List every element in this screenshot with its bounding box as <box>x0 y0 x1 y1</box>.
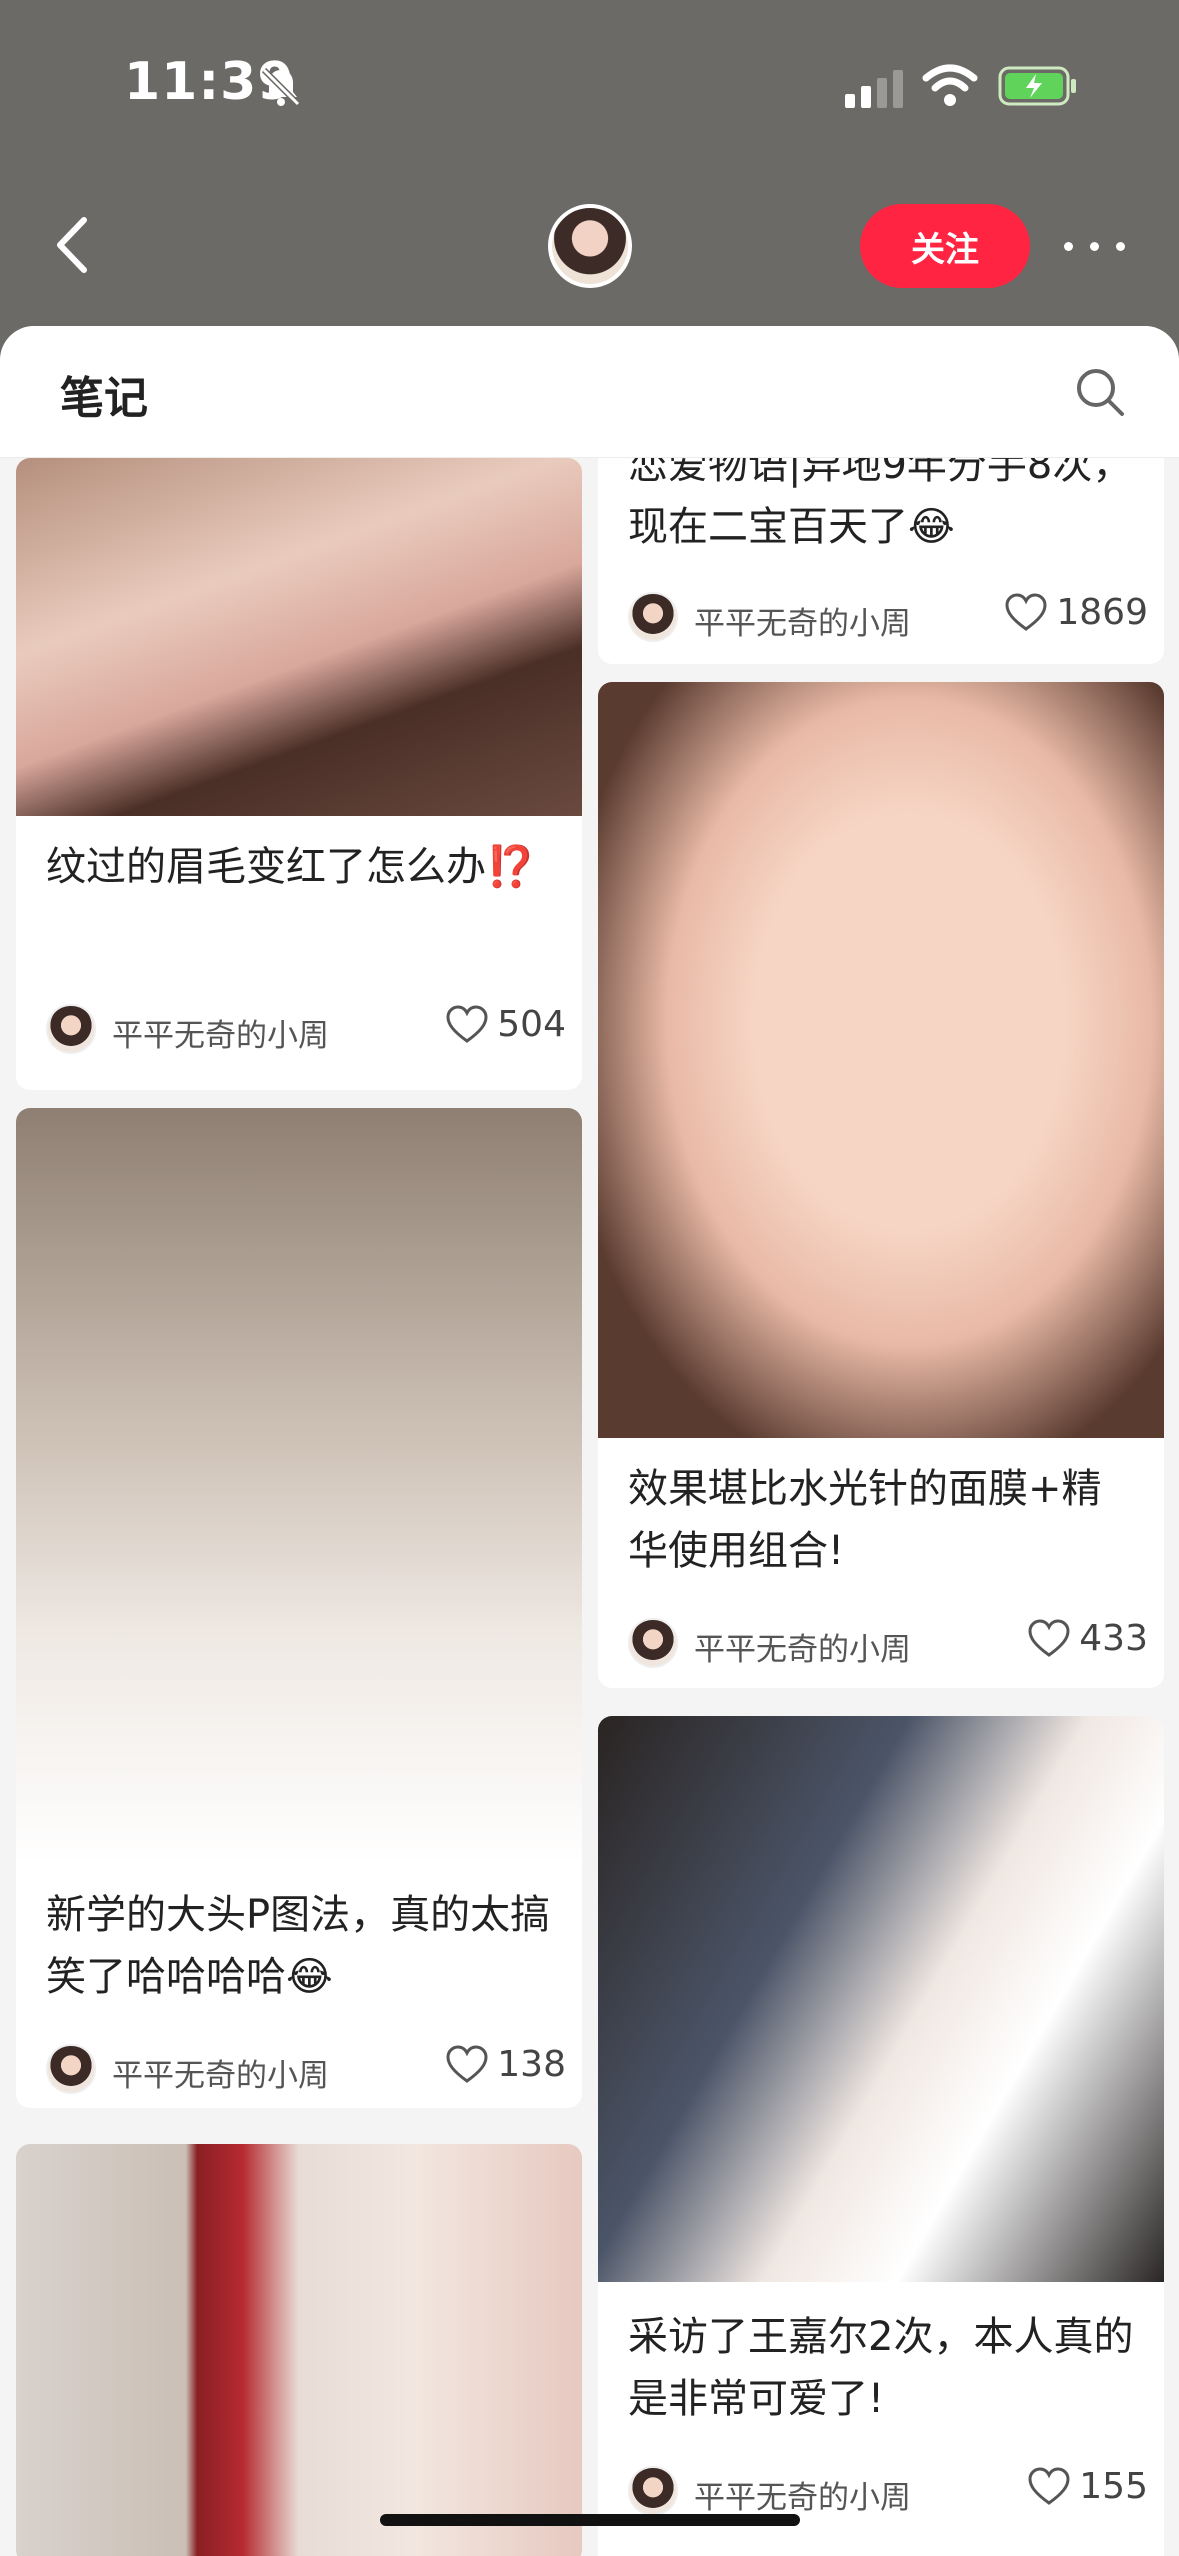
heart-icon <box>446 1004 488 1043</box>
note-cover-image[interactable] <box>598 682 1164 1438</box>
author-avatar[interactable] <box>628 592 678 642</box>
note-title: 采访了王嘉尔2次，本人真的是非常可爱了! <box>628 2314 1134 2422</box>
heart-icon <box>446 2044 488 2083</box>
note-card[interactable]: 恋爱物语|异地9年分手8次，现在二宝百天了😂 平平无奇的小周 1869 <box>598 448 1164 664</box>
note-card[interactable]: 纹过的眉毛变红了怎么办⁉️ 平平无奇的小周 504 <box>16 458 582 1090</box>
profile-avatar[interactable] <box>548 204 632 288</box>
top-header-area: 11:39 关注 <box>0 0 1179 360</box>
like-button[interactable]: 433 <box>1027 1618 1148 1659</box>
author-avatar[interactable] <box>46 2044 96 2094</box>
like-count: 504 <box>497 1004 566 1045</box>
like-button[interactable]: 155 <box>1027 2466 1148 2507</box>
like-button[interactable]: 138 <box>445 2044 566 2085</box>
battery-charging-icon <box>998 66 1076 106</box>
like-count: 138 <box>497 2044 566 2085</box>
status-bar: 11:39 <box>0 0 1179 170</box>
like-count: 433 <box>1079 1618 1148 1659</box>
author-avatar[interactable] <box>628 2466 678 2516</box>
wifi-icon <box>922 64 978 106</box>
note-card[interactable]: 效果堪比水光针的面膜+精华使用组合! 平平无奇的小周 433 <box>598 682 1164 1688</box>
home-indicator[interactable] <box>380 2514 800 2526</box>
note-title: 恋爱物语|异地9年分手8次，现在二宝百天了😂 <box>628 448 1133 550</box>
like-button[interactable]: 1869 <box>1004 592 1148 633</box>
note-title: 纹过的眉毛变红了怎么办⁉️ <box>46 844 536 890</box>
back-arrow-icon[interactable] <box>48 212 98 278</box>
like-count: 1869 <box>1056 592 1148 633</box>
heart-icon <box>1028 1618 1070 1657</box>
heart-icon <box>1028 2466 1070 2505</box>
note-card[interactable]: 采访了王嘉尔2次，本人真的是非常可爱了! 平平无奇的小周 155 <box>598 1716 1164 2556</box>
heart-icon <box>1005 592 1047 631</box>
more-options-icon[interactable] <box>1060 226 1130 266</box>
author-name[interactable]: 平平无奇的小周 <box>112 2050 329 2095</box>
note-meta: 平平无奇的小周 138 <box>46 2040 566 2096</box>
sheet-header: 笔记 <box>0 326 1179 458</box>
note-cover-image[interactable] <box>16 2144 582 2556</box>
note-cover-image[interactable] <box>598 1716 1164 2282</box>
author-name[interactable]: 平平无奇的小周 <box>694 1624 911 1669</box>
note-title: 新学的大头P图法，真的太搞笑了哈哈哈哈😂 <box>46 1892 551 2000</box>
note-card[interactable]: 新学的大头P图法，真的太搞笑了哈哈哈哈😂 平平无奇的小周 138 <box>16 1108 582 2108</box>
note-title: 效果堪比水光针的面膜+精华使用组合! <box>628 1466 1102 1574</box>
author-avatar[interactable] <box>46 1004 96 1054</box>
search-icon[interactable] <box>1074 366 1126 418</box>
note-meta: 平平无奇的小周 433 <box>628 1614 1148 1670</box>
note-cover-image[interactable] <box>16 458 582 816</box>
tab-notes[interactable]: 笔记 <box>60 362 148 426</box>
note-cover-image[interactable] <box>16 1108 582 1864</box>
author-name[interactable]: 平平无奇的小周 <box>112 1010 329 1055</box>
nav-bar: 关注 <box>0 190 1179 300</box>
bell-muted-icon <box>261 67 301 107</box>
author-name[interactable]: 平平无奇的小周 <box>694 598 911 643</box>
author-avatar[interactable] <box>628 1618 678 1668</box>
author-name[interactable]: 平平无奇的小周 <box>694 2472 911 2517</box>
follow-button[interactable]: 关注 <box>860 204 1030 288</box>
like-button[interactable]: 504 <box>445 1004 566 1045</box>
note-meta: 平平无奇的小周 1869 <box>628 588 1148 644</box>
note-meta: 平平无奇的小周 504 <box>46 1000 566 1056</box>
like-count: 155 <box>1079 2466 1148 2507</box>
notes-sheet: 笔记 纹过的眉毛变红了怎么办⁉️ 平平无奇的小周 504 新学的大头P图法，真的… <box>0 326 1179 2556</box>
cellular-signal-icon <box>845 70 903 108</box>
note-meta: 平平无奇的小周 155 <box>628 2462 1148 2518</box>
note-card[interactable] <box>16 2144 582 2556</box>
